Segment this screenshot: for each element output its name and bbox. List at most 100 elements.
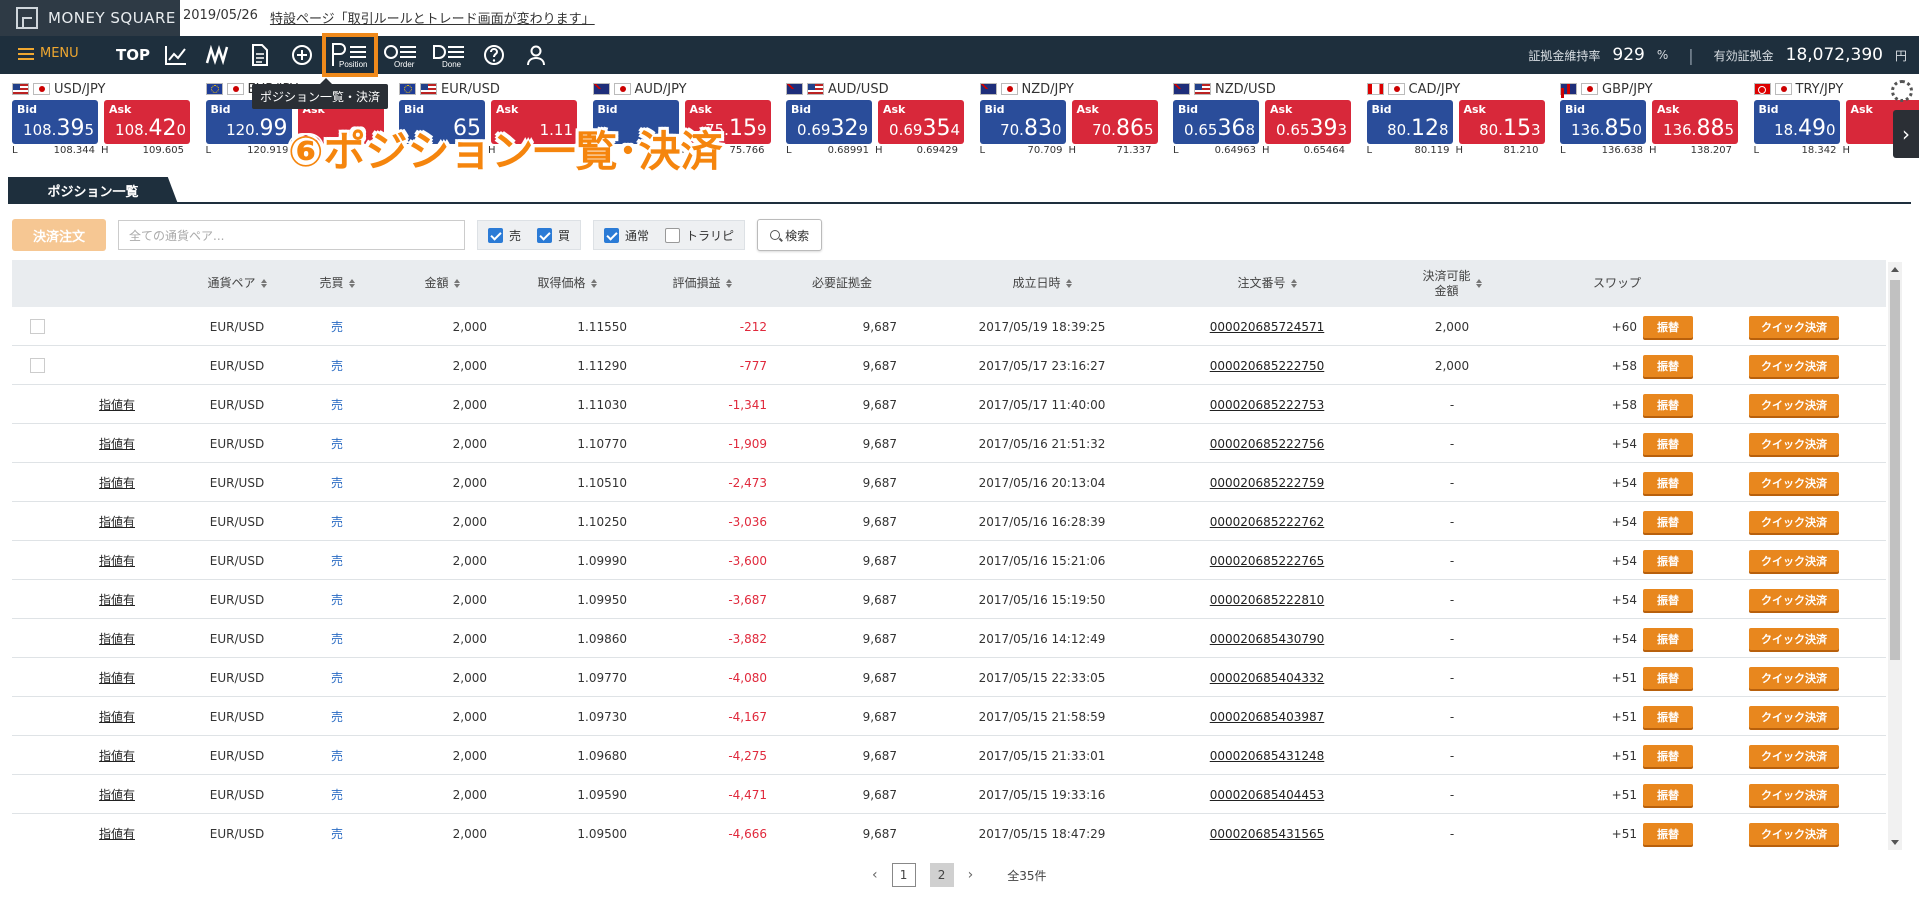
scroll-down-arrow-icon[interactable] [1891,840,1899,845]
table-row[interactable]: 指値有 EUR/USD 売 2,000 1.09990 -3,600 9,687 2017/0… [12,541,1886,580]
limit-order-link[interactable]: 指値有 [99,747,135,764]
table-row[interactable]: 指値有 EUR/USD 売 2,000 1.09500 -4,666 9,687 2017/0… [12,814,1886,850]
user-icon[interactable] [522,42,550,68]
bid-button[interactable]: Bid 0.65368 [1173,100,1259,144]
scroll-up-arrow-icon[interactable] [1891,267,1899,272]
swap-transfer-button[interactable]: 振替 [1643,393,1693,416]
order-number-link[interactable]: 000020685404332 [1210,671,1325,685]
order-number-link[interactable]: 000020685222756 [1210,437,1325,451]
limit-order-link[interactable]: 指値有 [99,591,135,608]
notice-link[interactable]: 特設ページ「取引ルールとトレード画面が変わります」 [270,8,595,27]
menu-button[interactable]: MENU [18,46,79,61]
order-number-link[interactable]: 000020685430790 [1210,632,1325,646]
ask-button[interactable]: Ask 136.885 [1652,100,1738,144]
page-2-button[interactable]: 2 [929,863,954,887]
bid-button[interactable]: Bid 70.830 [979,100,1066,144]
limit-order-link[interactable]: 指値有 [99,396,135,413]
swap-transfer-button[interactable]: 振替 [1643,432,1693,455]
order-number-link[interactable]: 000020685431248 [1210,749,1325,763]
table-row[interactable]: 指値有 EUR/USD 売 2,000 1.09730 -4,167 9,687 2017/0… [12,697,1886,736]
header-datetime[interactable]: 成立日時 [972,260,1112,307]
search-button[interactable]: 検索 [757,219,823,251]
order-nav-button[interactable]: Order [384,42,418,68]
limit-order-link[interactable]: 指値有 [99,474,135,491]
table-row[interactable]: 指値有 EUR/USD 売 2,000 1.09590 -4,471 9,687 2017/0… [12,775,1886,814]
swap-transfer-button[interactable]: 振替 [1643,588,1693,611]
swap-transfer-button[interactable]: 振替 [1643,744,1693,767]
document-icon[interactable] [246,42,274,68]
table-row[interactable]: 指値有 EUR/USD 売 2,000 1.10770 -1,909 9,687 2017/0… [12,424,1886,463]
header-pair[interactable]: 通貨ペア [182,260,292,307]
tab-position-list[interactable]: ポジション一覧 [8,177,178,204]
swap-transfer-button[interactable]: 振替 [1643,627,1693,650]
chart-icon[interactable] [162,42,190,68]
swap-transfer-button[interactable]: 振替 [1643,354,1693,377]
table-row[interactable]: 指値有 EUR/USD 売 2,000 1.10250 -3,036 9,687 2017/0… [12,502,1886,541]
table-row[interactable]: 指値有 EUR/USD 売 2,000 1.09950 -3,687 9,687 2017/0… [12,580,1886,619]
ask-button[interactable]: Ask 0.69354 [878,100,964,144]
table-row[interactable]: 指値有 EUR/USD 売 2,000 1.10510 -2,473 9,687 2017/0… [12,463,1886,502]
order-number-link[interactable]: 000020685431565 [1210,827,1325,841]
bid-button[interactable]: Bid 136.850 [1560,100,1646,144]
quick-settle-button[interactable]: クイック決済 [1749,744,1839,767]
row-checkbox[interactable] [30,319,45,334]
order-number-link[interactable]: 000020685222753 [1210,398,1325,412]
sell-filter-checkbox[interactable]: 売 [488,227,521,244]
order-number-link[interactable]: 000020685222765 [1210,554,1325,568]
swap-transfer-button[interactable]: 振替 [1643,549,1693,572]
ask-button[interactable]: Ask 0.65393 [1265,100,1351,144]
limit-order-link[interactable]: 指値有 [99,552,135,569]
quick-settle-button[interactable]: クイック決済 [1749,510,1839,533]
header-order-no[interactable]: 注文番号 [1212,260,1322,307]
quick-settle-button[interactable]: クイック決済 [1749,705,1839,728]
bid-button[interactable]: Bid 0.69329 [786,100,872,144]
swap-transfer-button[interactable]: 振替 [1643,471,1693,494]
limit-order-link[interactable]: 指値有 [99,435,135,452]
table-row[interactable]: 指値有 EUR/USD 売 2,000 1.09860 -3,882 9,687 2017/0… [12,619,1886,658]
order-number-link[interactable]: 000020685222750 [1210,359,1325,373]
quick-settle-button[interactable]: クイック決済 [1749,393,1839,416]
header-side[interactable]: 売買 [302,260,372,307]
quick-settle-button[interactable]: クイック決済 [1749,627,1839,650]
swap-transfer-button[interactable]: 振替 [1643,822,1693,845]
order-number-link[interactable]: 000020685724571 [1210,320,1325,334]
quick-settle-button[interactable]: クイック決済 [1749,432,1839,455]
bid-button[interactable]: Bid 108.395 [12,100,98,144]
table-row[interactable]: EUR/USD 売 2,000 1.11550 -212 9,687 2017/05/19 … [12,307,1886,346]
header-settleable[interactable]: 決済可能 金額 [1402,260,1502,307]
buy-filter-checkbox[interactable]: 買 [537,227,570,244]
nav-top-button[interactable]: TOP [116,42,150,68]
position-nav-button[interactable]: Position [322,33,378,77]
limit-order-link[interactable]: 指値有 [99,825,135,842]
quick-settle-button[interactable]: クイック決済 [1749,822,1839,845]
limit-order-link[interactable]: 指値有 [99,513,135,530]
swap-transfer-button[interactable]: 振替 [1643,510,1693,533]
table-row[interactable]: 指値有 EUR/USD 売 2,000 1.09680 -4,275 9,687 2017/0… [12,736,1886,775]
quick-settle-button[interactable]: クイック決済 [1749,354,1839,377]
header-amount[interactable]: 金額 [397,260,487,307]
swap-transfer-button[interactable]: 振替 [1643,666,1693,689]
quick-settle-button[interactable]: クイック決済 [1749,549,1839,572]
quick-settle-button[interactable]: クイック決済 [1749,783,1839,806]
prev-page-icon[interactable]: ‹ [872,867,878,883]
ask-button[interactable]: Ask 80.153 [1458,100,1545,144]
scrollbar-thumb[interactable] [1890,280,1900,660]
table-row[interactable]: 指値有 EUR/USD 売 2,000 1.09770 -4,080 9,687 2017/0… [12,658,1886,697]
quick-settle-button[interactable]: クイック決済 [1749,315,1839,338]
table-row[interactable]: EUR/USD 売 2,000 1.11290 -777 9,687 2017/05/17 … [12,346,1886,385]
header-pl[interactable]: 評価損益 [647,260,757,307]
currency-pair-search-input[interactable]: 全ての通貨ペア... [118,220,465,250]
help-icon[interactable] [480,42,508,68]
settle-order-button[interactable]: 決済注文 [12,219,106,251]
swap-transfer-button[interactable]: 振替 [1643,783,1693,806]
bid-button[interactable]: Bid 18.490 [1753,100,1840,144]
next-page-icon[interactable]: › [968,867,974,883]
order-number-link[interactable]: 000020685222762 [1210,515,1325,529]
normal-filter-checkbox[interactable]: 通常 [604,227,649,244]
ask-button[interactable]: Ask 70.865 [1071,100,1158,144]
order-number-link[interactable]: 000020685222759 [1210,476,1325,490]
table-scrollbar[interactable] [1888,262,1902,850]
quick-settle-button[interactable]: クイック決済 [1749,588,1839,611]
limit-order-link[interactable]: 指値有 [99,708,135,725]
page-1-button[interactable]: 1 [891,863,916,887]
